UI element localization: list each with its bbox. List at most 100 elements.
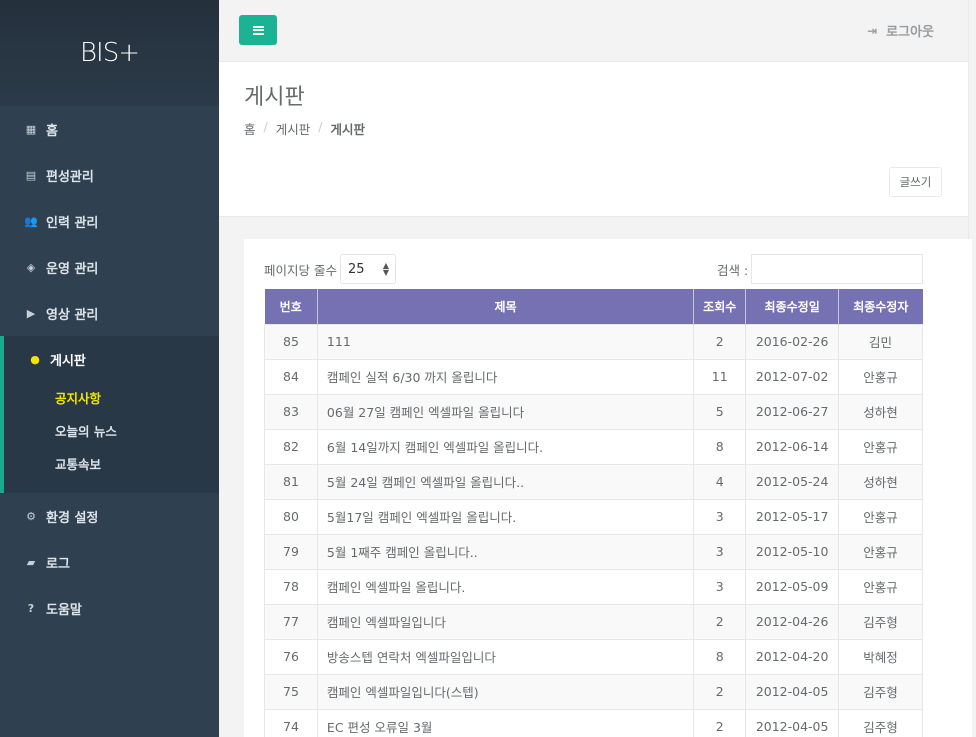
cell-number: 77 [264,603,318,639]
cell-title[interactable]: 캠페인 실적 6/30 까지 올립니다 [316,358,694,394]
table-row[interactable]: 76 방송스텝 연락처 엑셀파일입니다 8 2012-04-20 박혜정 [264,638,923,674]
search-input[interactable] [751,254,923,284]
sidebar-item-label: 환경 설정 [46,510,99,526]
cell-views: 5 [693,393,746,429]
menu-toggle-button[interactable] [239,15,277,45]
sidebar-item-operations[interactable]: ◈ 운영 관리 [0,244,219,290]
cell-modified-date: 2012-04-05 [745,673,839,709]
table-row[interactable]: 78 캠페인 엑셀파일 올립니다. 3 2012-05-09 안홍규 [264,568,923,604]
cell-title[interactable]: EC 편성 오류일 3월 [316,708,694,737]
cell-views: 3 [693,533,746,569]
app-logo[interactable]: BIS+ [80,38,140,68]
cell-title[interactable]: 6월 14일까지 캠페인 엑셀파일 올립니다. [316,428,694,464]
cell-modified-by: 김주형 [838,673,923,709]
sidebar-submenu: 공지사항 오늘의 뉴스 교통속보 [4,382,219,493]
table-row[interactable]: 80 5월17일 캠페인 엑셀파일 올립니다. 3 2012-05-17 안홍규 [264,498,923,534]
page-heading: 게시판 홈 / 게시판 / 게시판 글쓰기 [219,62,968,217]
sign-out-icon: ⇥ [867,23,878,38]
cell-views: 3 [693,498,746,534]
cell-title[interactable]: 111 [316,323,694,359]
cell-modified-by: 안홍규 [838,498,923,534]
cell-views: 2 [693,673,746,709]
cell-modified-date: 2012-06-14 [745,428,839,464]
cell-views: 8 [693,638,746,674]
write-button[interactable]: 글쓰기 [889,167,942,197]
sidebar-item-board[interactable]: ● 게시판 [4,336,219,382]
cell-modified-date: 2012-05-09 [745,568,839,604]
sidebar-nav: ▦ 홈 ▤ 편성관리 👥 인력 관리 ◈ 운영 관리 ▶ 영상 관리 ● 게시판… [0,106,219,631]
calendar-icon: ▤ [25,168,37,182]
table-row[interactable]: 85 111 2 2016-02-26 김민 [264,323,923,359]
sidebar-subitem-notice[interactable]: 공지사항 [4,382,219,415]
board-table: 번호 제목 조회수 최종수정일 최종수정자 85 111 2 2016-02-26 김민… [264,289,923,737]
cell-modified-date: 2012-05-10 [745,533,839,569]
column-header-title[interactable]: 제목 [316,289,694,324]
sidebar-item-schedule[interactable]: ▤ 편성관리 [0,152,219,198]
breadcrumb-board[interactable]: 게시판 [276,119,311,138]
cell-views: 2 [693,323,746,359]
cell-title[interactable]: 06월 27일 캠페인 엑셀파일 올립니다 [316,393,694,429]
sidebar-item-log[interactable]: ▰ 로그 [0,539,219,585]
sidebar-item-label: 게시판 [50,353,86,369]
table-row[interactable]: 81 5월 24일 캠페인 엑셀파일 올립니다.. 4 2012-05-24 성하현 [264,463,923,499]
cell-title[interactable]: 캠페인 엑셀파일입니다 [316,603,694,639]
sidebar-subitem-traffic[interactable]: 교통속보 [4,448,219,481]
sidebar-group-board: ● 게시판 공지사항 오늘의 뉴스 교통속보 [0,336,219,493]
search-label: 검색 : [717,263,749,278]
breadcrumb-home[interactable]: 홈 [244,119,256,138]
cogs-icon: ⚙ [26,509,36,523]
cell-modified-by: 김주형 [838,708,923,737]
sidebar-item-label: 편성관리 [46,169,94,185]
sidebar-item-help[interactable]: ? 도움말 [0,585,219,631]
table-row[interactable]: 82 6월 14일까지 캠페인 엑셀파일 올립니다. 8 2012-06-14 안홍규 [264,428,923,464]
sidebar-item-staff[interactable]: 👥 인력 관리 [0,198,219,244]
sidebar-item-label: 영상 관리 [46,307,99,323]
table-row[interactable]: 83 06월 27일 캠페인 엑셀파일 올립니다 5 2012-06-27 성하현 [264,393,923,429]
page-title: 게시판 [244,85,305,110]
table-row[interactable]: 74 EC 편성 오류일 3월 2 2012-04-05 김주형 [264,708,923,737]
cell-number: 76 [264,638,318,674]
page-length-value: 25 [348,261,365,277]
cell-title[interactable]: 방송스텝 연락처 엑셀파일입니다 [316,638,694,674]
cell-title[interactable]: 5월17일 캠페인 엑셀파일 올립니다. [316,498,694,534]
column-header-views[interactable]: 조회수 [693,289,746,324]
cube-icon: ◈ [26,260,36,274]
select-arrows-icon: ▲ ▼ [382,261,389,277]
cell-views: 11 [693,358,746,394]
column-header-modified-by[interactable]: 최종수정자 [838,289,923,324]
table-row[interactable]: 75 캠페인 엑셀파일입니다(스텝) 2 2012-04-05 김주형 [264,673,923,709]
cell-modified-date: 2012-05-17 [745,498,839,534]
sidebar: BIS+ ▦ 홈 ▤ 편성관리 👥 인력 관리 ◈ 운영 관리 ▶ 영상 관리 … [0,0,219,737]
cell-modified-date: 2012-04-26 [745,603,839,639]
logout-link[interactable]: ⇥ 로그아웃 [867,21,934,41]
page-length-label: 페이지당 줄수 [264,263,337,278]
logout-label: 로그아웃 [886,25,934,40]
sidebar-item-video[interactable]: ▶ 영상 관리 [0,290,219,336]
book-icon: ▰ [26,555,36,569]
column-header-modified-date[interactable]: 최종수정일 [745,289,839,324]
column-header-number[interactable]: 번호 [264,289,318,324]
cell-number: 82 [264,428,318,464]
sidebar-item-settings[interactable]: ⚙ 환경 설정 [0,493,219,539]
cell-title[interactable]: 캠페인 엑셀파일 올립니다. [316,568,694,604]
cell-modified-date: 2012-04-20 [745,638,839,674]
cell-modified-date: 2012-06-27 [745,393,839,429]
th-large-icon: ▦ [25,122,37,136]
table-row[interactable]: 84 캠페인 실적 6/30 까지 올립니다 11 2012-07-02 안홍규 [264,358,923,394]
cell-title[interactable]: 캠페인 엑셀파일입니다(스텝) [316,673,694,709]
breadcrumb-current: 게시판 [330,122,365,137]
cell-title[interactable]: 5월 24일 캠페인 엑셀파일 올립니다.. [316,463,694,499]
comment-icon: ● [30,352,40,366]
page-length-select[interactable]: 25 ▲ ▼ [340,254,396,284]
sidebar-item-home[interactable]: ▦ 홈 [0,106,219,152]
cell-modified-date: 2012-05-24 [745,463,839,499]
cell-title[interactable]: 5월 1째주 캠페인 올립니다.. [316,533,694,569]
play-icon: ▶ [26,306,36,320]
cell-modified-by: 박혜정 [838,638,923,674]
cell-modified-by: 안홍규 [838,568,923,604]
cell-number: 84 [264,358,318,394]
sidebar-subitem-news[interactable]: 오늘의 뉴스 [4,415,219,448]
table-row[interactable]: 77 캠페인 엑셀파일입니다 2 2012-04-26 김주형 [264,603,923,639]
users-icon: 👥 [24,214,38,228]
table-row[interactable]: 79 5월 1째주 캠페인 올립니다.. 3 2012-05-10 안홍규 [264,533,923,569]
